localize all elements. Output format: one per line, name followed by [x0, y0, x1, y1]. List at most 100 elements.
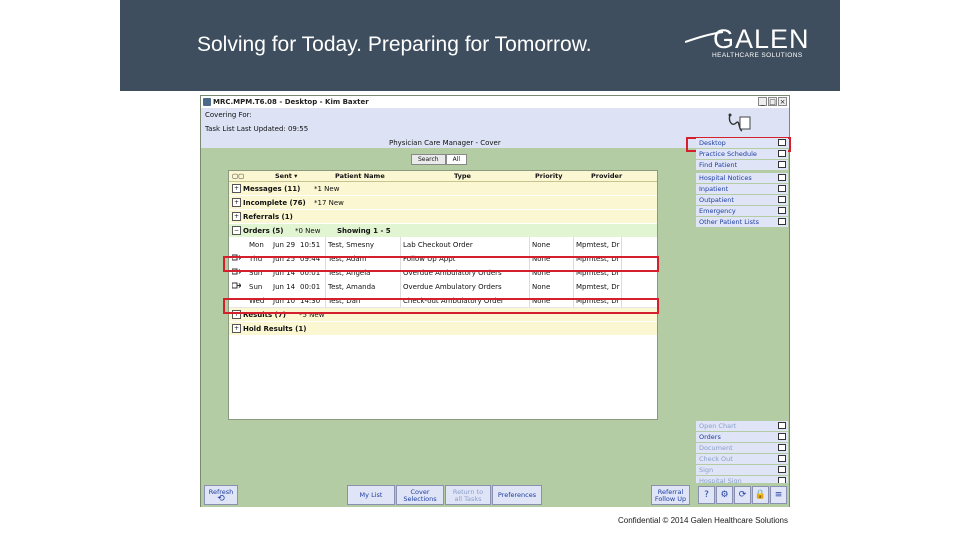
app-icon — [203, 98, 211, 106]
nav-emergency[interactable]: Emergency — [696, 206, 788, 217]
nav-label: Sign — [699, 466, 714, 474]
nav-outpatient[interactable]: Outpatient — [696, 195, 788, 206]
cell-patient: Test, Smesny — [328, 241, 375, 249]
group-showing: Showing 1 - 5 — [337, 227, 391, 235]
row-arrow-icon — [232, 282, 241, 289]
grid-header: ▢▢ Sent ▾ Patient Name Type Priority Pro… — [229, 171, 657, 182]
nav-document[interactable]: Document — [696, 443, 788, 454]
expand-icon[interactable]: + — [232, 184, 241, 193]
logo-word: GALEN — [713, 24, 810, 54]
refresh-button[interactable]: Refresh ⟲ — [204, 485, 238, 505]
nav-open-chart[interactable]: Open Chart — [696, 421, 788, 432]
logo-subtitle: HEALTHCARE SOLUTIONS — [712, 52, 803, 59]
group-label: Referrals (1) — [243, 213, 293, 221]
manager-title: Physician Care Manager - Cover — [389, 139, 501, 147]
nav-label: Find Patient — [699, 161, 738, 169]
follow-up-label: Follow Up — [654, 495, 687, 503]
notice-icon — [778, 174, 786, 181]
cover-selections-button[interactable]: Cover Selections — [396, 485, 444, 505]
search-icon — [778, 161, 786, 168]
nav-other-patient-lists[interactable]: Other Patient Lists — [696, 217, 788, 228]
nav-label: Practice Schedule — [699, 150, 757, 158]
col-sent[interactable]: Sent ▾ — [275, 172, 297, 180]
nav-check-out[interactable]: Check Out — [696, 454, 788, 465]
nav-label: Emergency — [699, 207, 736, 215]
nav-hospital-notices[interactable]: Hospital Notices — [696, 173, 788, 184]
group-label: Hold Results (1) — [243, 325, 307, 333]
col-priority[interactable]: Priority — [535, 172, 562, 180]
task-grid: ▢▢ Sent ▾ Patient Name Type Priority Pro… — [228, 170, 658, 420]
nav-label: Orders — [699, 433, 721, 441]
nav-label: Open Chart — [699, 422, 737, 430]
group-label: Incomplete (76) — [243, 199, 306, 207]
expand-icon[interactable]: + — [232, 198, 241, 207]
expand-icon[interactable]: + — [232, 324, 241, 333]
cross-icon — [778, 207, 786, 214]
table-row[interactable]: Mon Jun 29 10:51 Test, Smesny Lab Checko… — [229, 237, 657, 252]
close-button[interactable]: × — [778, 97, 787, 106]
covering-for-label: Covering For: — [205, 111, 252, 119]
desktop-icon — [778, 139, 786, 146]
cell-day: Sun — [249, 283, 263, 291]
table-row[interactable]: Sun Jun 14 00:01 Test, Amanda Overdue Am… — [229, 279, 657, 294]
walk-icon — [778, 196, 786, 203]
group-new: *17 New — [314, 199, 344, 207]
menu-icon[interactable]: ≡ — [770, 486, 787, 504]
nav-find-patient[interactable]: Find Patient — [696, 160, 788, 171]
refresh-circle-icon[interactable]: ⟳ — [734, 486, 751, 504]
return-to-all-tasks-button[interactable]: Return to all Tasks — [445, 485, 491, 505]
group-orders[interactable]: − Orders (5) *0 New Showing 1 - 5 — [229, 224, 657, 238]
expand-icon[interactable]: + — [232, 212, 241, 221]
nav-label: Outpatient — [699, 196, 734, 204]
col-patient-name[interactable]: Patient Name — [335, 172, 385, 180]
group-referrals[interactable]: + Referrals (1) — [229, 210, 657, 224]
cell-provider: Mpmtest, Dr — [576, 241, 620, 249]
highlight-box — [223, 256, 659, 272]
col-provider[interactable]: Provider — [591, 172, 622, 180]
cell-time: 10:51 — [300, 241, 321, 249]
nav-inpatient[interactable]: Inpatient — [696, 184, 788, 195]
nav-label: Desktop — [699, 139, 726, 147]
checkout-icon — [778, 455, 786, 462]
stethoscope-icon — [728, 113, 751, 132]
expand-all-icon[interactable]: ▢▢ — [232, 172, 244, 180]
preferences-button[interactable]: Preferences — [492, 485, 542, 505]
col-type[interactable]: Type — [454, 172, 471, 180]
lock-icon[interactable]: 🔒 — [752, 486, 769, 504]
nav-practice-schedule[interactable]: Practice Schedule — [696, 149, 788, 160]
minimize-button[interactable]: _ — [758, 97, 767, 106]
help-button[interactable]: ? — [698, 486, 715, 504]
group-messages[interactable]: + Messages (11) *1 New — [229, 182, 657, 196]
settings-icon[interactable]: ⚙ — [716, 486, 733, 504]
cell-day: Mon — [249, 241, 264, 249]
group-new: *1 New — [314, 185, 340, 193]
nav-orders[interactable]: Orders — [696, 432, 788, 443]
orders-icon — [778, 433, 786, 440]
cell-patient: Test, Amanda — [328, 283, 376, 291]
bed-icon — [778, 185, 786, 192]
cell-priority: None — [532, 241, 551, 249]
toggle-search[interactable]: Search — [411, 154, 446, 165]
nav-sign[interactable]: Sign — [696, 465, 788, 476]
cell-type: Lab Checkout Order — [403, 241, 473, 249]
group-new: *0 New — [295, 227, 321, 235]
document-icon — [778, 444, 786, 451]
group-hold-results[interactable]: + Hold Results (1) — [229, 322, 657, 336]
toggle-all[interactable]: All — [445, 154, 468, 165]
selections-label: Selections — [403, 495, 437, 503]
calendar-icon — [778, 150, 786, 157]
nav-label: Other Patient Lists — [699, 218, 759, 226]
collapse-icon[interactable]: − — [232, 226, 241, 235]
preferences-label: Preferences — [497, 491, 537, 499]
maximize-button[interactable]: □ — [768, 97, 777, 106]
group-incomplete[interactable]: + Incomplete (76) *17 New — [229, 196, 657, 210]
filter-toggle: Search All — [411, 154, 468, 165]
refresh-icon: ⟲ — [217, 494, 225, 504]
my-list-label: My List — [359, 491, 383, 499]
nav-desktop[interactable]: Desktop — [696, 138, 788, 149]
cell-provider: Mpmtest, Dr — [576, 283, 620, 291]
cell-time: 00:01 — [300, 283, 321, 291]
list-icon — [778, 218, 786, 225]
my-list-button[interactable]: My List — [347, 485, 395, 505]
referral-follow-up-button[interactable]: Referral Follow Up — [651, 485, 690, 505]
